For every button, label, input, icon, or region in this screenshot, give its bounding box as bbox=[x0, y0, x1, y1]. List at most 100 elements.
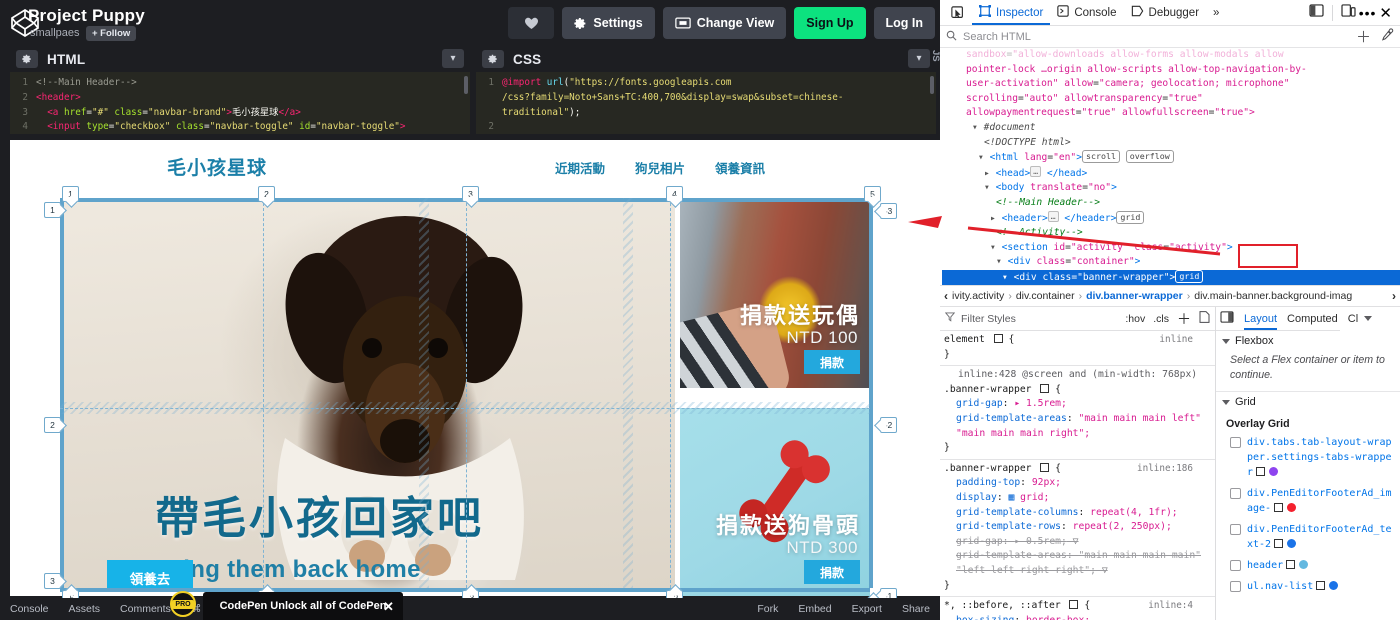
grid-outline-icon[interactable] bbox=[1286, 560, 1296, 569]
html-pane-collapse-chevron-down-icon[interactable]: ▾ bbox=[442, 49, 464, 68]
grid-marker-col-1-top[interactable]: 1 bbox=[62, 186, 79, 202]
grid-outline-icon[interactable] bbox=[1316, 581, 1326, 590]
responsive-design-mode-icon[interactable] bbox=[1341, 3, 1356, 22]
twisty-open-icon[interactable]: ▾ bbox=[1002, 272, 1014, 283]
grid-toggle-icon[interactable] bbox=[1069, 600, 1079, 610]
pen-preview-iframe[interactable]: 毛小孩星球 近期活動 狗兒相片 領養資訊 帶毛小孩回家吧 Bring them … bbox=[10, 140, 940, 596]
grid-marker-row-3-left[interactable]: 3 bbox=[44, 573, 61, 589]
twisty-open-icon[interactable]: ▾ bbox=[972, 122, 984, 133]
codepen-promo-banner[interactable]: CodePen Unlock all of CodePen bbox=[203, 592, 403, 620]
twisty-open-icon[interactable]: ▾ bbox=[990, 242, 1002, 253]
dom-node-selected[interactable]: ▾ <div class="banner-wrapper"> grid bbox=[942, 269, 1400, 285]
overlay-grid-checkbox[interactable] bbox=[1230, 437, 1241, 448]
twisty-open-icon[interactable]: ▾ bbox=[978, 152, 990, 163]
grid-outline-icon[interactable] bbox=[1274, 539, 1284, 548]
css-rule[interactable]: inline:4*, ::before, ::after {box-sizing… bbox=[940, 597, 1215, 620]
search-input[interactable]: Search HTML bbox=[963, 31, 1031, 43]
bottom-bar-fork[interactable]: Fork bbox=[747, 603, 788, 615]
css-value[interactable]: 92px; bbox=[1032, 477, 1061, 488]
tab-inspector[interactable]: Inspector bbox=[972, 0, 1050, 25]
css-settings-gear-icon[interactable] bbox=[482, 50, 504, 68]
filter-styles-input[interactable]: Filter Styles bbox=[961, 313, 1016, 325]
html-code-scrollbar[interactable] bbox=[464, 76, 468, 94]
more-tabs-icon[interactable]: » bbox=[1206, 0, 1226, 25]
grid-outline-icon[interactable] bbox=[1274, 503, 1284, 512]
css-rule-source[interactable]: inline bbox=[1159, 333, 1193, 348]
dom-node[interactable]: <!--Activity--> bbox=[942, 226, 1400, 241]
dom-node[interactable]: ▸ <head>… </head> bbox=[942, 165, 1400, 182]
css-value[interactable]: ▸ 1.5rem; bbox=[1014, 398, 1067, 409]
overlay-grid-item[interactable]: div.PenEditorFooterAd_text-2 bbox=[1216, 519, 1400, 555]
grid-marker-row-neg2-right[interactable]: -2 bbox=[880, 417, 897, 433]
overlay-grid-checkbox[interactable] bbox=[1230, 524, 1241, 535]
css-declaration[interactable]: box-sizing: border-box; bbox=[944, 614, 1215, 620]
donate-button-toy[interactable]: 捐款 bbox=[804, 350, 860, 374]
css-rules-panel[interactable]: inline element {} inline:428 @screen and (… bbox=[940, 331, 1215, 620]
grid-toggle-icon[interactable] bbox=[993, 334, 1003, 343]
css-rule[interactable]: inline element {} bbox=[940, 331, 1215, 367]
overlay-grid-color-swatch[interactable] bbox=[1299, 560, 1309, 569]
settings-button[interactable]: Settings bbox=[562, 7, 655, 39]
element-picker-icon[interactable] bbox=[944, 0, 972, 25]
overlay-grid-item[interactable]: ul.nav-list bbox=[1216, 576, 1400, 597]
grid-marker-row-2-left[interactable]: 2 bbox=[44, 417, 61, 433]
donation-card-bone[interactable]: 捐款送狗骨頭 NTD 300 捐款 bbox=[680, 408, 870, 596]
overlay-grid-checkbox[interactable] bbox=[1230, 488, 1241, 499]
breadcrumb-scroll-left-icon[interactable]: ‹ bbox=[944, 289, 948, 303]
grid-marker-col-3-top[interactable]: 3 bbox=[462, 186, 479, 202]
css-value[interactable]: ▸ 0.5rem; bbox=[1014, 536, 1067, 547]
bottom-bar-assets[interactable]: Assets bbox=[59, 603, 111, 615]
dom-node[interactable]: ▾ <div class="container"> bbox=[942, 255, 1400, 270]
breadcrumb-scroll-right-icon[interactable]: › bbox=[1392, 289, 1396, 303]
twisty-open-icon[interactable]: ▾ bbox=[996, 256, 1008, 267]
css-value[interactable]: repeat(2, 250px); bbox=[1073, 521, 1172, 532]
pseudo-class-toggle[interactable]: :hov bbox=[1125, 313, 1145, 325]
dom-node[interactable]: scrolling="auto" allowtransparency="true… bbox=[942, 92, 1400, 107]
close-icon[interactable]: ✕ bbox=[1379, 4, 1392, 22]
search-html-bar[interactable]: Search HTML ＋ bbox=[940, 26, 1400, 48]
plus-icon[interactable]: ＋ bbox=[1177, 309, 1191, 329]
pen-title[interactable]: Project Puppy bbox=[28, 6, 145, 26]
overlay-grid-item-label[interactable]: div.tabs.tab-layout-wrapper.settings-tab… bbox=[1247, 435, 1394, 480]
bottom-bar-export[interactable]: Export bbox=[842, 603, 892, 615]
overlay-grid-color-swatch[interactable] bbox=[1269, 467, 1279, 476]
html-code-area[interactable]: 1 <!--Main Header--> 2 <header> 3 <a href="#… bbox=[10, 72, 470, 134]
flexbox-section-header[interactable]: Flexbox bbox=[1216, 331, 1400, 351]
overlay-grid-item[interactable]: div.PenEditorFooterAd_image- bbox=[1216, 483, 1400, 519]
dom-tree[interactable]: sandbox="allow-downloads allow-forms all… bbox=[940, 48, 1400, 285]
bottom-bar-embed[interactable]: Embed bbox=[788, 603, 841, 615]
grid-section-header[interactable]: Grid bbox=[1216, 391, 1400, 412]
css-selector[interactable]: .banner-wrapper { bbox=[944, 383, 1215, 398]
grid-swatch-icon[interactable]: ▦ bbox=[1009, 492, 1021, 503]
css-pane-collapse-chevron-down-icon[interactable]: ▾ bbox=[908, 49, 930, 68]
overlay-grid-item-label[interactable]: div.PenEditorFooterAd_text-2 bbox=[1247, 522, 1394, 552]
html-settings-gear-icon[interactable] bbox=[16, 50, 38, 68]
css-declaration[interactable]: grid-template-rows: repeat(2, 250px); bbox=[944, 520, 1215, 535]
tab-changes[interactable]: Cl bbox=[1348, 313, 1358, 325]
grid-marker-col-2-top[interactable]: 2 bbox=[258, 186, 275, 202]
dom-node[interactable]: sandbox="allow-downloads allow-forms all… bbox=[942, 48, 1400, 63]
css-code-area[interactable]: 1 @import url("https://fonts.googleapis.c… bbox=[476, 72, 936, 134]
change-view-button[interactable]: Change View bbox=[662, 7, 787, 39]
heart-button[interactable] bbox=[508, 7, 555, 39]
css-declaration[interactable]: grid-template-columns: repeat(4, 1fr); bbox=[944, 506, 1215, 521]
dom-node[interactable]: pointer-lock …origin allow-scripts allow… bbox=[942, 63, 1400, 78]
sign-up-button[interactable]: Sign Up bbox=[794, 7, 866, 39]
donate-button-bone[interactable]: 捐款 bbox=[804, 560, 860, 584]
promo-close-icon[interactable]: ✕ bbox=[383, 599, 394, 615]
adopt-cta-button[interactable]: 領養去 bbox=[107, 560, 193, 588]
bottom-bar-share[interactable]: Share bbox=[892, 603, 940, 615]
css-rule[interactable]: inline:428 @screen and (min-width: 768px… bbox=[940, 366, 1215, 460]
overlay-grid-item[interactable]: header bbox=[1216, 555, 1400, 576]
filter-icon[interactable]: ▽ bbox=[1096, 565, 1108, 576]
css-code-scrollbar[interactable] bbox=[930, 76, 934, 94]
css-declaration[interactable]: grid-template-areas: "main main main lef… bbox=[944, 412, 1215, 441]
log-in-button[interactable]: Log In bbox=[873, 7, 935, 39]
css-rule-source[interactable]: inline:186 bbox=[1137, 462, 1193, 477]
expand-sidebar-icon[interactable] bbox=[1220, 311, 1234, 326]
css-rule[interactable]: inline:186 .banner-wrapper {padding-top: … bbox=[940, 460, 1215, 598]
overlay-grid-color-swatch[interactable] bbox=[1287, 539, 1297, 548]
site-nav-link-1[interactable]: 狗兒相片 bbox=[635, 158, 685, 177]
overlay-grid-color-swatch[interactable] bbox=[1287, 503, 1297, 512]
donation-card-toy[interactable]: 捐款送玩偶 NTD 100 捐款 bbox=[680, 198, 870, 388]
